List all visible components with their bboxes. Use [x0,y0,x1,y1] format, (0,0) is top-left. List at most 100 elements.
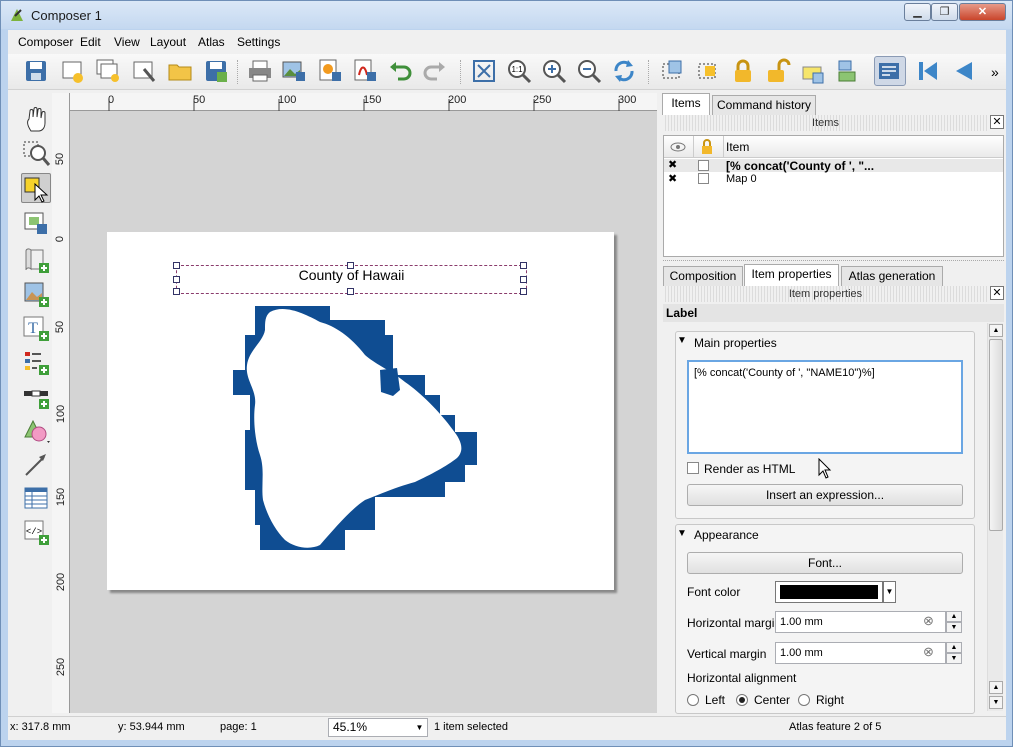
spin-up-button[interactable]: ▲ [946,642,962,653]
align-right-label[interactable]: Right [816,693,844,707]
toolbar-overflow-button[interactable]: » [991,64,999,80]
save-icon[interactable] [22,57,50,85]
add-arrow-icon[interactable] [21,449,51,479]
menu-composer[interactable]: Composer [18,35,73,49]
clear-icon[interactable]: ⊗ [923,613,934,629]
add-image-icon[interactable] [21,279,51,309]
align-left-radio[interactable] [687,694,699,706]
new-composer-icon[interactable] [58,57,86,85]
horizontal-ruler[interactable]: 0 50 100 150 200 250 300 [52,93,657,111]
visible-toggle[interactable]: ✖ [668,158,677,171]
spin-up-button[interactable]: ▲ [946,611,962,622]
lock-toggle[interactable] [698,173,709,184]
align-icon[interactable] [834,57,862,85]
undo-icon[interactable] [386,57,414,85]
spin-down-button[interactable]: ▼ [946,622,962,633]
select-all-icon[interactable] [658,57,686,85]
zoom-tool-icon[interactable] [21,139,51,169]
duplicate-composer-icon[interactable] [94,57,122,85]
scroll-down-button[interactable]: ▼ [989,696,1003,709]
lock-toggle[interactable] [698,160,709,171]
scroll-up-button[interactable]: ▲ [989,681,1003,694]
font-button[interactable]: Font... [687,552,963,574]
zoom-full-icon[interactable] [470,57,498,85]
resize-handle[interactable] [520,276,527,283]
zoom-100-icon[interactable]: 1:1 [505,57,533,85]
add-table-icon[interactable] [21,483,51,513]
render-html-checkbox[interactable] [687,462,699,474]
main-properties-title[interactable]: Main properties [694,336,777,350]
close-button[interactable]: ✕ [959,3,1006,21]
tab-items[interactable]: Items [662,93,710,115]
previous-feature-icon[interactable] [950,57,978,85]
map-item[interactable] [225,300,485,550]
refresh-icon[interactable] [610,57,638,85]
add-scalebar-icon[interactable] [21,381,51,411]
vertical-ruler[interactable]: 50 0 50 100 150 200 250 [52,93,70,713]
resize-handle[interactable] [173,288,180,295]
resize-handle[interactable] [520,262,527,269]
unlock-icon[interactable] [764,57,792,85]
resize-handle[interactable] [347,288,354,295]
resize-handle[interactable] [520,288,527,295]
raise-icon[interactable] [799,57,827,85]
appearance-title[interactable]: Appearance [694,528,759,542]
zoom-out-icon[interactable] [575,57,603,85]
menu-view[interactable]: View [114,35,140,49]
zoom-in-icon[interactable] [540,57,568,85]
resize-handle[interactable] [173,276,180,283]
items-close-button[interactable]: ✕ [990,115,1004,129]
minimize-button[interactable]: ▁ [904,3,931,21]
menu-settings[interactable]: Settings [237,35,280,49]
insert-expression-button[interactable]: Insert an expression... [687,484,963,506]
lock-icon[interactable] [729,57,757,85]
label-item-text[interactable]: County of Hawaii [176,267,527,283]
align-center-radio[interactable] [736,694,748,706]
font-color-button[interactable] [775,581,883,603]
list-item[interactable]: Map 0 [726,173,757,185]
menu-layout[interactable]: Layout [150,35,186,49]
horizontal-margin-input[interactable]: 1.00 mm [775,611,946,633]
resize-handle[interactable] [173,262,180,269]
export-pdf-icon[interactable] [351,57,379,85]
deselect-icon[interactable] [694,57,722,85]
align-left-label[interactable]: Left [705,693,725,707]
align-center-label[interactable]: Center [754,693,790,707]
properties-scrollbar[interactable]: ▲ ▲ ▼ [987,323,1003,711]
open-template-icon[interactable] [166,57,194,85]
collapse-arrow-icon[interactable]: ▼ [677,528,687,539]
tab-atlas-generation[interactable]: Atlas generation [841,266,943,286]
select-move-icon[interactable] [21,173,51,203]
spin-down-button[interactable]: ▼ [946,653,962,664]
align-right-radio[interactable] [798,694,810,706]
menu-edit[interactable]: Edit [80,35,101,49]
menu-atlas[interactable]: Atlas [198,35,225,49]
items-list[interactable]: Item ✖ [% concat('County of ', "... ✖ Ma… [663,135,1004,257]
label-text-editor[interactable]: [% concat('County of ', "NAME10")%] [687,360,963,454]
scroll-thumb[interactable] [989,339,1003,531]
font-color-dropdown[interactable]: ▼ [883,581,896,603]
vertical-margin-input[interactable]: 1.00 mm [775,642,946,664]
add-shape-icon[interactable] [21,415,51,445]
title-bar[interactable]: Composer 1 ▁ ❐ ✕ [1,1,1012,29]
first-feature-icon[interactable] [914,57,942,85]
scroll-up-button[interactable]: ▲ [989,324,1003,337]
collapse-arrow-icon[interactable]: ▼ [677,335,687,346]
properties-close-button[interactable]: ✕ [990,286,1004,300]
pan-icon[interactable] [21,105,51,135]
atlas-preview-icon[interactable] [874,56,906,86]
clear-icon[interactable]: ⊗ [923,644,934,660]
tab-composition[interactable]: Composition [663,266,743,286]
render-html-label[interactable]: Render as HTML [704,462,795,476]
move-content-icon[interactable] [21,208,51,238]
tab-command-history[interactable]: Command history [712,95,816,115]
export-svg-icon[interactable] [316,57,344,85]
resize-handle[interactable] [347,262,354,269]
redo-icon[interactable] [421,57,449,85]
composer-manager-icon[interactable] [130,57,158,85]
restore-button[interactable]: ❐ [931,3,958,21]
add-html-icon[interactable]: </> [21,517,51,547]
add-label-icon[interactable]: T [21,313,51,343]
zoom-dropdown-arrow[interactable]: ▼ [412,719,427,736]
list-item[interactable]: [% concat('County of ', "... [726,159,874,173]
